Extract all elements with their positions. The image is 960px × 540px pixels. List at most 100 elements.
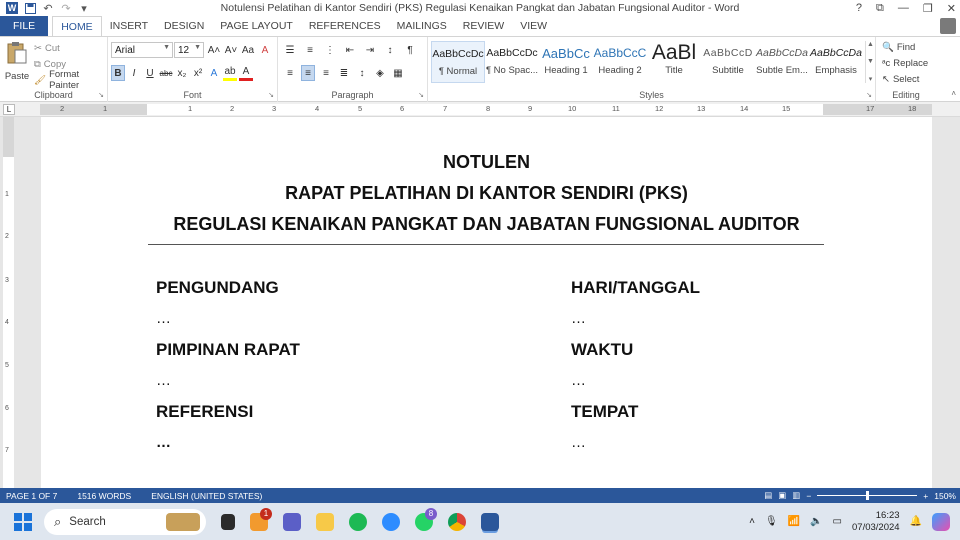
spotify-icon[interactable]	[349, 512, 367, 531]
zoom-thumb[interactable]	[866, 491, 870, 500]
web-layout-icon[interactable]: ▥	[792, 490, 800, 501]
close-button[interactable]: ✕	[947, 2, 956, 15]
chrome-icon[interactable]	[448, 512, 466, 531]
style-heading-2[interactable]: AaBbCcC Heading 2	[593, 41, 647, 83]
change-case-button[interactable]: Aa	[241, 42, 255, 58]
paragraph-launcher-icon[interactable]: ↘	[418, 91, 424, 99]
clear-formatting-button[interactable]: A	[258, 42, 272, 58]
justify-icon[interactable]: ≣	[337, 65, 351, 81]
zoom-icon[interactable]	[382, 512, 400, 531]
italic-button[interactable]: I	[127, 65, 141, 81]
battery-icon[interactable]: ▭	[833, 516, 842, 527]
restore-button[interactable]: ❐	[923, 2, 933, 15]
align-left-icon[interactable]: ≡	[283, 65, 297, 81]
page-count[interactable]: PAGE 1 OF 7	[6, 491, 57, 501]
ruler-track[interactable]: 2 1 1 2 3 4 5 6 7 8 9 10 11 12 13 14 15 …	[40, 104, 932, 115]
copilot-icon[interactable]	[932, 512, 950, 531]
word-logo-icon[interactable]: W	[6, 2, 18, 14]
style-subtitle[interactable]: AaBbCcD Subtitle	[701, 41, 755, 83]
find-button[interactable]: 🔍 Find	[882, 39, 915, 55]
chevron-down-icon[interactable]: ▼	[867, 58, 874, 65]
format-painter-button[interactable]: 🖌 Format Painter	[34, 69, 107, 91]
tab-page-layout[interactable]: PAGE LAYOUT	[212, 16, 301, 36]
multilevel-list-icon[interactable]: ⋮	[323, 42, 337, 58]
style-title[interactable]: AaBl Title	[647, 41, 701, 83]
zoom-in-button[interactable]: +	[923, 491, 928, 501]
paste-button[interactable]: Paste	[4, 41, 30, 84]
read-mode-icon[interactable]: ▤	[764, 490, 772, 501]
ribbon-display-button[interactable]: ⧉	[876, 2, 884, 15]
align-right-icon[interactable]: ≡	[319, 65, 333, 81]
chevron-up-icon[interactable]: ▲	[867, 41, 874, 48]
align-center-icon[interactable]: ≡	[301, 65, 315, 81]
bullets-icon[interactable]: ☰	[283, 42, 297, 58]
customize-qat-icon[interactable]: ▾	[78, 2, 90, 15]
shrink-font-button[interactable]: A˅	[224, 42, 238, 58]
windows-start-icon[interactable]	[14, 512, 32, 531]
tab-review[interactable]: REVIEW	[455, 16, 512, 36]
borders-icon[interactable]: ▦	[391, 65, 405, 81]
style-normal[interactable]: AaBbCcDc ¶ Normal	[431, 41, 485, 83]
teams-icon[interactable]	[283, 512, 301, 531]
subscript-button[interactable]: x₂	[175, 65, 189, 81]
tab-selector[interactable]: L	[3, 104, 15, 115]
highlight-button[interactable]: ab	[223, 65, 237, 81]
print-layout-icon[interactable]: ▣	[778, 490, 786, 501]
notification-app-icon[interactable]: 1	[250, 507, 272, 531]
tab-design[interactable]: DESIGN	[156, 16, 212, 36]
font-launcher-icon[interactable]: ↘	[268, 91, 274, 99]
vertical-ruler[interactable]: 1 2 3 4 5 6 7	[3, 117, 14, 488]
file-explorer-icon[interactable]	[316, 512, 334, 531]
wifi-icon[interactable]: 📶	[788, 516, 800, 527]
word-taskbar-icon[interactable]	[481, 512, 499, 531]
chevron-up-icon[interactable]: ˄	[749, 516, 755, 527]
task-view-icon[interactable]	[221, 513, 235, 530]
line-spacing-icon[interactable]: ↕	[355, 65, 369, 81]
strikethrough-button[interactable]: abc	[159, 65, 173, 81]
tab-view[interactable]: VIEW	[512, 16, 555, 36]
clock[interactable]: 16:23 07/03/2024	[852, 510, 900, 534]
replace-button[interactable]: ᵃc Replace	[882, 55, 928, 71]
save-icon[interactable]	[24, 2, 36, 14]
more-styles-icon[interactable]: ▾	[869, 75, 873, 83]
zoom-out-button[interactable]: −	[806, 491, 811, 501]
styles-launcher-icon[interactable]: ↘	[866, 91, 872, 99]
language-indicator[interactable]: ENGLISH (UNITED STATES)	[151, 491, 262, 501]
style-no-spacing[interactable]: AaBbCcDc ¶ No Spac...	[485, 41, 539, 83]
show-marks-icon[interactable]: ¶	[403, 42, 417, 58]
redo-icon[interactable]: ↷	[60, 2, 72, 15]
decrease-indent-icon[interactable]: ⇤	[343, 42, 357, 58]
style-heading-1[interactable]: AaBbCc Heading 1	[539, 41, 593, 83]
sort-icon[interactable]: ↕	[383, 42, 397, 58]
select-button[interactable]: ↖ Select	[882, 71, 919, 87]
minimize-button[interactable]: —	[898, 2, 909, 14]
undo-icon[interactable]: ↶	[42, 2, 54, 15]
numbering-icon[interactable]: ≡	[303, 42, 317, 58]
tab-home[interactable]: HOME	[52, 16, 102, 36]
document-page[interactable]: NOTULEN RAPAT PELATIHAN DI KANTOR SENDIR…	[41, 117, 932, 488]
underline-button[interactable]: U	[143, 65, 157, 81]
tab-references[interactable]: REFERENCES	[301, 16, 389, 36]
clipboard-launcher-icon[interactable]: ↘	[98, 91, 104, 99]
zoom-level[interactable]: 150%	[934, 491, 956, 501]
account-avatar[interactable]	[940, 18, 956, 34]
collapse-ribbon-icon[interactable]: ˄	[951, 89, 956, 98]
microphone-icon[interactable]: 🎙	[765, 516, 778, 527]
bold-button[interactable]: B	[111, 65, 125, 81]
font-size-select[interactable]: 12 ▼	[174, 42, 204, 58]
help-button[interactable]: ?	[856, 2, 862, 14]
zoom-slider[interactable]	[817, 491, 918, 500]
shading-icon[interactable]: ◈	[373, 65, 387, 81]
taskbar-search[interactable]: ⌕ Search	[44, 508, 206, 535]
tab-mailings[interactable]: MAILINGS	[389, 16, 455, 36]
tab-insert[interactable]: INSERT	[102, 16, 156, 36]
superscript-button[interactable]: x²	[191, 65, 205, 81]
vertical-scrollbar[interactable]	[932, 117, 960, 488]
style-emphasis[interactable]: AaBbCcDa Emphasis	[809, 41, 863, 83]
style-subtle-emphasis[interactable]: AaBbCcDa Subtle Em...	[755, 41, 809, 83]
tab-file[interactable]: FILE	[0, 16, 49, 36]
notifications-bell-icon[interactable]: 🔔	[910, 516, 922, 527]
speaker-icon[interactable]: 🔈	[810, 516, 822, 527]
font-name-select[interactable]: Arial ▼	[111, 42, 173, 58]
whatsapp-icon[interactable]: 8	[415, 507, 437, 531]
